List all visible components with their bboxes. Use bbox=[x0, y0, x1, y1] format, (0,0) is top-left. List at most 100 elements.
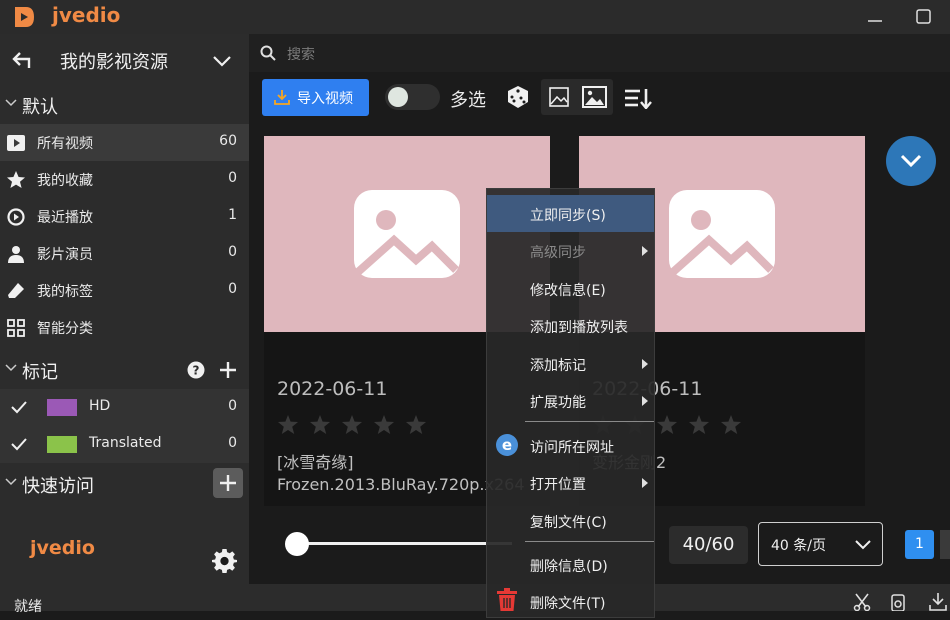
settings-gear-icon[interactable] bbox=[212, 548, 237, 573]
sort-icon[interactable] bbox=[624, 87, 652, 109]
menu-item-visit-url[interactable]: e 访问所在网址 bbox=[487, 427, 654, 464]
sidebar-item-count: 0 bbox=[228, 244, 237, 260]
menu-item-label: 扩展功能 bbox=[530, 395, 586, 411]
submenu-arrow-icon bbox=[642, 246, 648, 256]
next-page-button[interactable] bbox=[940, 530, 950, 559]
sidebar-header: 我的影视资源 bbox=[0, 34, 249, 86]
placeholder-image-icon bbox=[669, 190, 775, 278]
chevron-down-icon bbox=[900, 154, 922, 168]
menu-item-copy-file[interactable]: 复制文件(C) bbox=[487, 502, 654, 539]
per-page-select[interactable]: 40 条/页 bbox=[758, 522, 883, 566]
page-count: 40/60 bbox=[669, 526, 748, 564]
menu-item-label: 修改信息(E) bbox=[530, 283, 606, 299]
menu-item-label: 删除信息(D) bbox=[530, 559, 608, 575]
tag-color-swatch bbox=[47, 399, 77, 416]
page-number-button[interactable]: 1 bbox=[905, 530, 934, 559]
menu-item-open-location[interactable]: 打开位置 bbox=[487, 464, 654, 501]
speaker-icon[interactable] bbox=[890, 594, 906, 611]
minimize-icon[interactable] bbox=[862, 5, 888, 29]
chevron-down-icon[interactable] bbox=[212, 54, 232, 68]
submenu-arrow-icon bbox=[642, 396, 648, 406]
checkmark-icon[interactable] bbox=[10, 437, 28, 451]
menu-item-sync-now[interactable]: 立即同步(S) bbox=[487, 195, 654, 232]
library-title[interactable]: 我的影视资源 bbox=[60, 48, 168, 74]
size-slider-track[interactable] bbox=[296, 542, 512, 545]
import-video-button[interactable]: 导入视频 bbox=[262, 79, 369, 116]
help-icon[interactable]: ? bbox=[187, 361, 205, 379]
menu-item-add-mark[interactable]: 添加标记 bbox=[487, 345, 654, 382]
rating-stars[interactable] bbox=[277, 414, 437, 436]
menu-item-label: 删除文件(T) bbox=[530, 596, 606, 612]
section-label: 快速访问 bbox=[22, 476, 94, 497]
sidebar-item-all-videos[interactable]: 所有视频 60 bbox=[0, 124, 249, 161]
chevron-down-icon bbox=[5, 364, 17, 372]
sidebar-item-smart-category[interactable]: 智能分类 bbox=[0, 309, 249, 346]
submenu-arrow-icon bbox=[642, 359, 648, 369]
sidebar-item-count: 0 bbox=[228, 281, 237, 297]
status-text: 就绪 bbox=[14, 599, 42, 615]
scissors-icon[interactable] bbox=[852, 593, 872, 611]
menu-item-label: 添加标记 bbox=[530, 358, 586, 374]
download-icon[interactable] bbox=[928, 592, 948, 611]
back-icon[interactable] bbox=[12, 50, 32, 70]
app-brand: jvedio bbox=[52, 3, 121, 27]
tag-color-swatch bbox=[47, 436, 77, 453]
tag-row-translated[interactable]: Translated 0 bbox=[0, 426, 249, 463]
tag-count: 0 bbox=[228, 435, 237, 451]
section-label: 默认 bbox=[22, 97, 58, 118]
menu-item-add-to-playlist[interactable]: 添加到播放列表 bbox=[487, 307, 654, 344]
search-icon bbox=[260, 45, 276, 61]
placeholder-image-icon bbox=[354, 190, 460, 278]
menu-item-label: 高级同步 bbox=[530, 245, 586, 261]
menu-item-delete-file[interactable]: 删除文件(T) bbox=[487, 583, 654, 620]
menu-item-edit-info[interactable]: 修改信息(E) bbox=[487, 270, 654, 307]
search-bar bbox=[249, 34, 950, 72]
tag-count: 0 bbox=[228, 398, 237, 414]
tag-row-hd[interactable]: HD 0 bbox=[0, 389, 249, 426]
ie-icon: e bbox=[496, 434, 518, 456]
app-logo-icon bbox=[15, 7, 34, 27]
sidebar-item-label: 影片演员 bbox=[37, 247, 93, 263]
menu-separator bbox=[525, 421, 654, 422]
video-date: 2022-06-11 bbox=[277, 378, 388, 400]
multi-select-toggle[interactable] bbox=[385, 84, 440, 110]
section-default[interactable]: 默认 bbox=[0, 87, 249, 121]
recent-play-icon bbox=[7, 208, 25, 226]
chevron-down-icon bbox=[855, 540, 871, 550]
star-icon[interactable] bbox=[278, 415, 298, 434]
menu-item-delete-info[interactable]: 删除信息(D) bbox=[487, 546, 654, 583]
sidebar-item-label: 智能分类 bbox=[37, 321, 93, 337]
import-video-label: 导入视频 bbox=[297, 91, 353, 107]
status-bar bbox=[0, 584, 950, 611]
sidebar-item-favorites[interactable]: 我的收藏 0 bbox=[0, 161, 249, 198]
add-mark-icon[interactable] bbox=[219, 361, 237, 379]
search-input[interactable]: 搜索 bbox=[287, 44, 315, 64]
sidebar-item-count: 0 bbox=[228, 170, 237, 186]
menu-item-advanced-sync[interactable]: 高级同步 bbox=[487, 232, 654, 269]
scroll-down-button[interactable] bbox=[886, 136, 936, 186]
sidebar-item-count: 60 bbox=[219, 133, 237, 149]
sidebar-item-label: 所有视频 bbox=[37, 136, 93, 152]
section-label: 标记 bbox=[22, 362, 58, 383]
star-icon bbox=[7, 171, 25, 188]
add-quick-access-button[interactable] bbox=[213, 468, 243, 498]
menu-item-label: 添加到播放列表 bbox=[530, 320, 628, 336]
image-filled-icon[interactable] bbox=[582, 85, 607, 109]
section-quick-access[interactable]: 快速访问 bbox=[0, 466, 249, 500]
image-outline-icon[interactable] bbox=[548, 86, 570, 108]
maximize-icon[interactable] bbox=[910, 5, 936, 29]
dice-icon[interactable] bbox=[506, 85, 530, 109]
context-menu: 立即同步(S) 高级同步 修改信息(E) 添加到播放列表 添加标记 扩展功能 e… bbox=[486, 188, 655, 618]
menu-item-extensions[interactable]: 扩展功能 bbox=[487, 382, 654, 419]
sidebar-item-recent[interactable]: 最近播放 1 bbox=[0, 198, 249, 235]
size-slider-knob[interactable] bbox=[285, 532, 309, 556]
sidebar-item-tags[interactable]: 我的标签 0 bbox=[0, 272, 249, 309]
sidebar-item-actors[interactable]: 影片演员 0 bbox=[0, 235, 249, 272]
submenu-arrow-icon bbox=[642, 478, 648, 488]
chevron-down-icon bbox=[5, 99, 17, 107]
tag-label: HD bbox=[89, 398, 111, 414]
checkmark-icon[interactable] bbox=[10, 400, 28, 414]
title-bar bbox=[0, 0, 950, 34]
section-marks[interactable]: 标记 ? bbox=[0, 352, 249, 386]
menu-item-label: 复制文件(C) bbox=[530, 515, 607, 531]
